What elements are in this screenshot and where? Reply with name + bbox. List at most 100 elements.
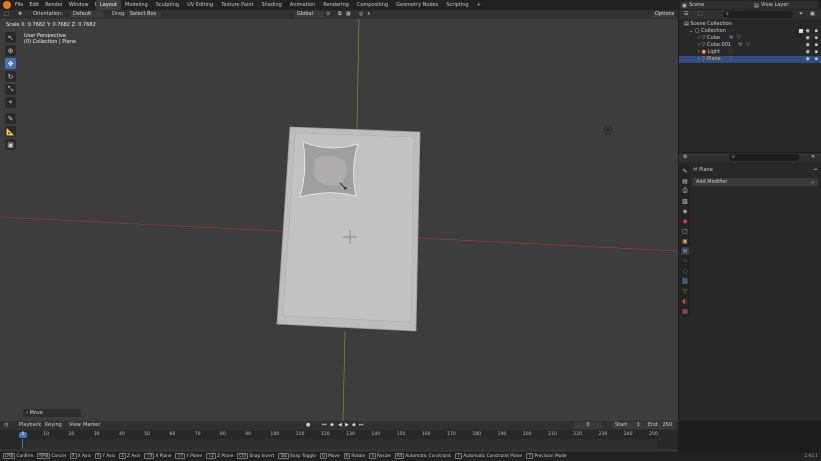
tree-row-collection[interactable]: ⌄ ▢ Collection ◉ ▪ [679, 28, 821, 35]
output-tab-icon[interactable]: ⎙ [681, 187, 689, 195]
next-key-icon[interactable]: ◆ [352, 421, 356, 430]
add-modifier-dropdown[interactable]: Add Modifier ⌄ [693, 178, 818, 186]
timeline-ruler[interactable]: 0 10 20 30 40 50 60 70 80 90 100 110 120 130 140 150 16… [0, 431, 678, 439]
menu-playback[interactable]: Playback [19, 421, 41, 430]
tree-row-cube-001[interactable]: › ▽ Cube.001 ⚒ ▽ ◉ ▪ [679, 42, 821, 49]
tab-compositing[interactable]: Compositing [353, 0, 392, 10]
visibility-eye-icon[interactable]: ◉ [806, 28, 810, 35]
editor-type-icon[interactable]: ⬚ [4, 10, 9, 19]
tab-layout[interactable]: Layout [96, 0, 121, 10]
collection-tab-icon[interactable]: ▢ [681, 227, 689, 235]
transform-tool-icon[interactable]: ✥ [18, 10, 22, 19]
prev-key-icon[interactable]: ◆ [330, 421, 334, 430]
scale-tool-button[interactable]: ⤡ [5, 84, 16, 95]
snap-target-icon[interactable]: ▦ [346, 10, 351, 19]
playhead-marker[interactable]: 0 [19, 432, 27, 438]
jump-end-icon[interactable]: ⏭ [359, 421, 364, 430]
scene-tab-icon[interactable]: ◈ [681, 207, 689, 215]
constraints-tab-icon[interactable]: ⛓ [681, 277, 689, 285]
new-collection-icon[interactable]: ▣ [810, 11, 815, 17]
particles-tab-icon[interactable]: ⁘ [681, 257, 689, 265]
tree-row-plane[interactable]: › ▽ Plane ▽ ◉ ▪ [679, 56, 821, 63]
visibility-eye-icon[interactable]: ◉ [806, 49, 810, 56]
view-layer-tab-icon[interactable]: ▧ [681, 197, 689, 205]
measure-tool-button[interactable]: 📐 [5, 126, 16, 137]
menu-marker[interactable]: Marker [83, 421, 100, 430]
render-camera-icon[interactable]: ▪ [815, 56, 818, 63]
render-camera-icon[interactable]: ▪ [815, 35, 818, 42]
jump-start-icon[interactable]: ⏮ [322, 421, 327, 430]
world-tab-icon[interactable]: ◉ [681, 217, 689, 225]
display-mode-icon[interactable]: ⬚ [698, 11, 703, 17]
pivot-icon[interactable]: ⊙ [326, 10, 330, 19]
tab-animation[interactable]: Animation [286, 0, 320, 10]
tab-sculpting[interactable]: Sculpting [152, 0, 183, 10]
end-frame-field[interactable]: End 250 [645, 422, 675, 429]
drag-dropdown[interactable]: Select Box [127, 11, 161, 18]
exclude-checkbox[interactable] [799, 29, 803, 33]
options-dropdown[interactable]: Options [652, 11, 674, 18]
visibility-eye-icon[interactable]: ◉ [806, 42, 810, 49]
pin-icon[interactable]: ✕ [811, 154, 815, 160]
add-cube-tool-button[interactable]: ▣ [5, 139, 16, 150]
tree-row-scene-collection[interactable]: ▤ Scene Collection [679, 21, 821, 28]
texture-tab-icon[interactable]: ▦ [681, 307, 689, 315]
physics-tab-icon[interactable]: ◌ [681, 267, 689, 275]
tab-rendering[interactable]: Rendering [319, 0, 353, 10]
tree-row-cube[interactable]: › ▽ Cube ⚒ ▽ ◉ ▪ [679, 35, 821, 42]
menu-window[interactable]: Window [66, 0, 92, 10]
outliner-search-input[interactable]: ⌕ [723, 11, 793, 18]
outliner-editor-icon[interactable]: ☰ [684, 11, 688, 17]
filter-icon[interactable]: ⏷ [799, 11, 803, 17]
current-frame-field[interactable]: 0 [574, 422, 602, 429]
tab-geometry-nodes[interactable]: Geometry Nodes [392, 0, 442, 10]
tab-uv-editing[interactable]: UV Editing [183, 0, 217, 10]
view-layer-selector[interactable]: ▤ View Layer [752, 1, 818, 9]
tab-scripting[interactable]: Scripting [442, 0, 472, 10]
tab-texture-paint[interactable]: Texture Paint [217, 0, 257, 10]
tool-tab-icon[interactable]: ✎ [681, 167, 689, 175]
visibility-eye-icon[interactable]: ◉ [806, 35, 810, 42]
menu-file[interactable]: File [12, 0, 26, 10]
object-tab-icon[interactable]: ▣ [681, 237, 689, 245]
tab-modeling[interactable]: Modeling [121, 0, 152, 10]
data-tab-icon[interactable]: ▽ [681, 287, 689, 295]
render-camera-icon[interactable]: ▪ [815, 49, 818, 56]
menu-view[interactable]: View [69, 421, 81, 430]
timeline-editor-icon[interactable]: ◷ [4, 421, 8, 430]
modifiers-tab-icon[interactable]: ⚒ [681, 247, 689, 255]
transform-tool-button[interactable]: ⌖ [5, 97, 16, 108]
start-frame-field[interactable]: Start 1 [612, 422, 644, 429]
proportional-edit-icon[interactable]: ◎ [359, 10, 363, 19]
render-tab-icon[interactable]: ▤ [681, 177, 689, 185]
orientation-dropdown[interactable]: Default [70, 11, 104, 18]
record-icon[interactable]: ● [306, 421, 310, 430]
snap-icon[interactable]: ⧉ [338, 10, 342, 19]
3d-viewport[interactable]: ⬚ ✥ Orientation: Default Drag: Select Bo… [0, 10, 678, 421]
play-reverse-icon[interactable]: ◀ [338, 421, 342, 430]
move-tool-button[interactable]: ✥ [5, 58, 16, 69]
pin-object-icon[interactable]: ⊸ [813, 166, 817, 174]
render-camera-icon[interactable]: ▪ [815, 28, 818, 35]
cursor-tool-button[interactable]: ⊕ [5, 45, 16, 56]
render-camera-icon[interactable]: ▪ [815, 42, 818, 49]
select-tool-button[interactable]: ↖ [5, 32, 16, 43]
tree-row-light[interactable]: › ● Light ◌ ◉ ▪ [679, 49, 821, 56]
falloff-icon[interactable]: ∧ [367, 10, 371, 19]
menu-edit[interactable]: Edit [26, 0, 42, 10]
rotate-tool-button[interactable]: ↻ [5, 71, 16, 82]
play-icon[interactable]: ▶ [345, 421, 349, 430]
menu-keying[interactable]: Keying [45, 421, 62, 430]
material-tab-icon[interactable]: ◐ [681, 297, 689, 305]
last-operation-panel[interactable]: › Move [23, 409, 81, 417]
tab-shading[interactable]: Shading [257, 0, 285, 10]
properties-search-input[interactable]: ⌕ [729, 154, 799, 161]
scene-selector[interactable]: ▣ Scene [680, 1, 752, 9]
menu-render[interactable]: Render [42, 0, 66, 10]
add-workspace-button[interactable]: + [473, 0, 485, 10]
annotate-tool-button[interactable]: ✎ [5, 113, 16, 124]
transform-space-dropdown[interactable]: Global [294, 11, 324, 18]
blender-logo-icon[interactable] [3, 1, 11, 9]
properties-editor-icon[interactable]: ⚙ [683, 154, 687, 160]
timeline-scrollbar[interactable] [0, 449, 678, 452]
